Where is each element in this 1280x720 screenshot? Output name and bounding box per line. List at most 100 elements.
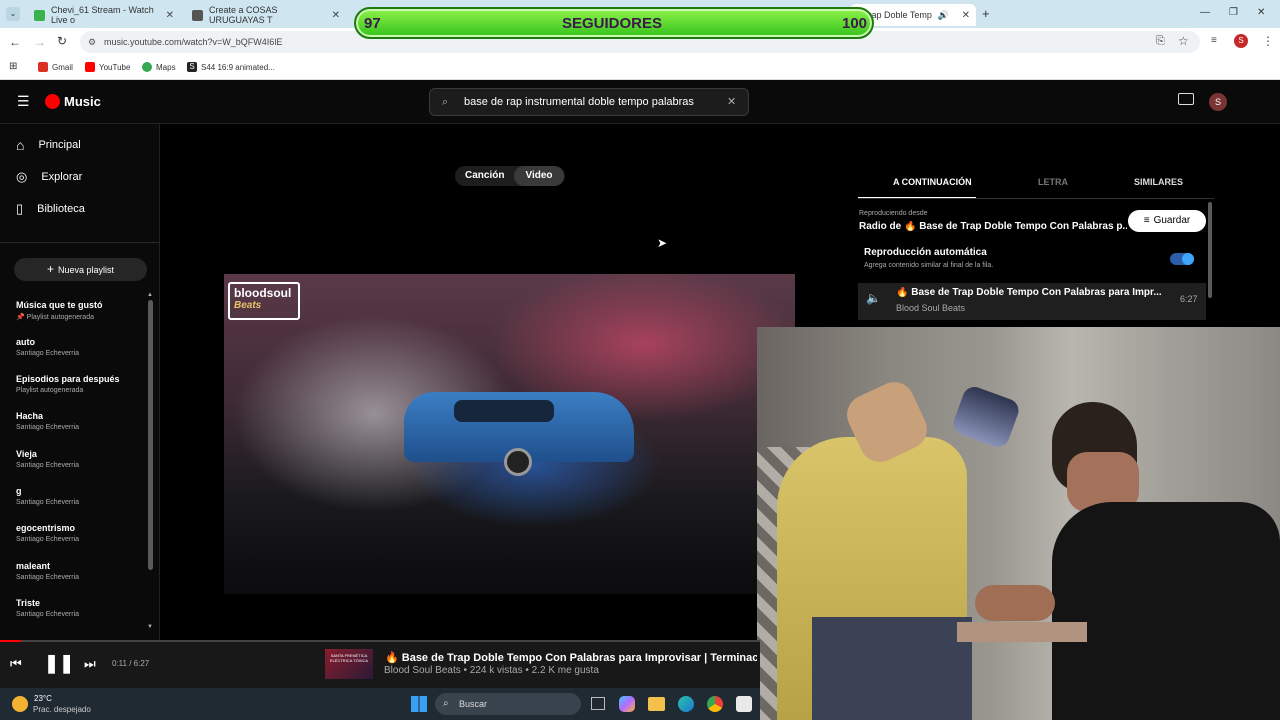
car-window bbox=[454, 400, 554, 422]
windows-start-icon[interactable] bbox=[411, 696, 427, 712]
playlist-item[interactable]: auto Santiago Echeverria bbox=[16, 337, 146, 357]
thumbnail-text: SANTA FRENÉTICA ELÉCTRICA TÓXICA bbox=[329, 653, 369, 663]
autoplay-title: Reproducción automática bbox=[864, 247, 987, 258]
scroll-up-icon[interactable]: ▲ bbox=[147, 292, 153, 298]
windows-taskbar: 23°C Prac. despejado ⌕ Buscar bbox=[0, 688, 760, 720]
playlist-title: Hacha bbox=[16, 411, 44, 421]
video-player[interactable]: bloodsoul Beats bbox=[224, 274, 795, 594]
install-app-icon[interactable]: ⎘ bbox=[1156, 35, 1165, 48]
cast-icon[interactable] bbox=[1178, 93, 1194, 105]
task-view-icon[interactable] bbox=[591, 697, 605, 710]
search-input[interactable]: ⌕ base de rap instrumental doble tempo p… bbox=[429, 88, 749, 116]
pause-icon[interactable]: ❚❚ bbox=[44, 653, 74, 674]
tab-related[interactable]: SIMILARES bbox=[1134, 177, 1183, 187]
tab-title: Chevi_61 Stream - Watch Live o bbox=[51, 5, 154, 25]
scroll-down-icon[interactable]: ▼ bbox=[147, 624, 153, 630]
next-track-icon[interactable]: ⏭ bbox=[84, 656, 96, 672]
browser-tab-2[interactable]: Create a COSAS URUGUAYAS T ✕ bbox=[186, 4, 346, 26]
playlist-item[interactable]: egocentrismo Santiago Echeverria bbox=[16, 523, 146, 543]
tab-lyrics[interactable]: LETRA bbox=[1038, 177, 1068, 187]
player-track-meta[interactable]: Blood Soul Beats • 224 k vistas • 2.2 K … bbox=[384, 665, 756, 676]
browser-tab-1[interactable]: Chevi_61 Stream - Watch Live o ✕ bbox=[28, 4, 180, 26]
playlist-item[interactable]: maleant Santiago Echeverria bbox=[16, 561, 146, 581]
back-arrow-icon[interactable]: ← bbox=[9, 35, 21, 49]
taskbar-search[interactable]: ⌕ Buscar bbox=[435, 693, 581, 715]
window-close-button[interactable]: ✕ bbox=[1257, 7, 1265, 18]
playlist-item[interactable]: g Santiago Echeverria bbox=[16, 486, 146, 506]
minimize-button[interactable]: — bbox=[1200, 7, 1210, 18]
tab-title: Create a COSAS URUGUAYAS T bbox=[209, 5, 278, 25]
save-queue-button[interactable]: ≡ Guardar bbox=[1128, 210, 1206, 232]
previous-track-icon[interactable]: ⏮ bbox=[10, 656, 22, 672]
ytmusic-logo-icon[interactable] bbox=[45, 94, 60, 109]
sidebar: ⌂ Principal ◎ Explorar ▯ Biblioteca + Nue… bbox=[0, 124, 160, 640]
progress-fill bbox=[0, 640, 22, 642]
person-right-arm bbox=[975, 585, 1055, 621]
sidebar-scrollbar[interactable] bbox=[148, 300, 153, 570]
toggle-song[interactable]: Canción bbox=[465, 170, 504, 181]
right-panel-tabs: A CONTINUACIÓN LETRA SIMILARES bbox=[858, 170, 1214, 199]
home-icon: ⌂ bbox=[16, 137, 25, 153]
toggle-knob bbox=[1182, 253, 1194, 265]
playlist-item[interactable]: Triste Santiago Echeverria bbox=[16, 598, 146, 618]
new-playlist-button[interactable]: + Nueva playlist bbox=[14, 258, 147, 281]
s44-icon: S bbox=[187, 62, 197, 72]
playlist-item[interactable]: Vieja Santiago Echeverria bbox=[16, 449, 146, 469]
playlist-subtitle: Santiago Echeverria bbox=[16, 350, 80, 357]
ytmusic-logo-text[interactable]: Music bbox=[64, 94, 101, 109]
media-controls-icon[interactable]: ≡ bbox=[1211, 35, 1217, 46]
copilot-icon[interactable] bbox=[619, 696, 635, 712]
progress-bar[interactable] bbox=[0, 640, 760, 642]
apps-grid-icon[interactable]: ⊞ bbox=[9, 61, 17, 72]
close-icon[interactable]: ✕ bbox=[166, 10, 174, 21]
profile-avatar[interactable]: S bbox=[1234, 34, 1248, 48]
tab-list-icon[interactable]: ⌄ bbox=[6, 7, 20, 21]
playlist-item[interactable]: Hacha Santiago Echeverria bbox=[16, 411, 146, 431]
reload-icon[interactable]: ↻ bbox=[57, 34, 67, 48]
playlist-title: egocentrismo bbox=[16, 523, 76, 533]
edge-icon[interactable] bbox=[678, 696, 694, 712]
chrome-icon[interactable] bbox=[707, 696, 723, 712]
speaker-icon[interactable]: 🔊 bbox=[938, 10, 949, 21]
queue-item-current[interactable]: 🔈 🔥 Base de Trap Doble Tempo Con Palabra… bbox=[858, 283, 1206, 320]
forward-arrow-icon[interactable]: → bbox=[34, 35, 46, 49]
close-icon[interactable]: ✕ bbox=[962, 10, 970, 21]
bookmark-gmail[interactable]: Gmail bbox=[38, 62, 73, 72]
followers-title: SEGUIDORES bbox=[562, 15, 663, 32]
logo-subtext: Beats bbox=[234, 300, 262, 311]
site-info-icon[interactable]: ⚙ bbox=[88, 31, 96, 53]
player-track-title[interactable]: 🔥 Base de Trap Doble Tempo Con Palabras … bbox=[385, 651, 757, 664]
playlist-subtitle: 📌 Playlist autogenerada bbox=[16, 314, 94, 321]
restore-button[interactable]: ❐ bbox=[1229, 7, 1238, 18]
bookmark-s44[interactable]: S S44 16:9 animated... bbox=[187, 62, 275, 72]
bookmark-star-icon[interactable]: ☆ bbox=[1178, 34, 1189, 48]
playlist-item[interactable]: Episodios para después Playlist autogener… bbox=[16, 374, 146, 394]
plus-icon: + bbox=[46, 262, 54, 276]
tab-up-next[interactable]: A CONTINUACIÓN bbox=[893, 177, 972, 187]
hamburger-menu-icon[interactable]: ☰ bbox=[17, 93, 30, 110]
bookmark-maps[interactable]: Maps bbox=[142, 62, 176, 72]
account-avatar[interactable]: S bbox=[1209, 93, 1227, 111]
logo-text: bloodsoul bbox=[234, 286, 292, 300]
track-thumbnail[interactable]: SANTA FRENÉTICA ELÉCTRICA TÓXICA bbox=[325, 649, 373, 679]
playlist-item[interactable]: Música que te gustó 📌 Playlist autogenera… bbox=[16, 300, 146, 321]
compass-icon: ◎ bbox=[16, 169, 28, 184]
bookmark-youtube[interactable]: YouTube bbox=[85, 62, 130, 72]
queue-scrollbar[interactable] bbox=[1208, 202, 1212, 298]
playlist-subtitle: Santiago Echeverria bbox=[16, 611, 80, 618]
nav-label: Explorar bbox=[41, 171, 83, 183]
sidebar-item-principal[interactable]: ⌂ Principal bbox=[16, 137, 81, 153]
autoplay-toggle[interactable] bbox=[1170, 253, 1194, 265]
playback-time: 0:11 / 6:27 bbox=[112, 659, 150, 668]
close-icon[interactable]: ✕ bbox=[332, 10, 340, 21]
store-icon[interactable] bbox=[736, 696, 752, 712]
menu-dots-icon[interactable]: ⋮ bbox=[1262, 34, 1274, 48]
youtube-icon bbox=[85, 62, 95, 72]
toggle-video[interactable]: Video bbox=[514, 166, 564, 186]
sidebar-item-biblioteca[interactable]: ▯ Biblioteca bbox=[16, 201, 85, 217]
new-tab-button[interactable]: + bbox=[982, 6, 990, 21]
file-explorer-icon[interactable] bbox=[648, 697, 665, 711]
weather-sun-icon[interactable] bbox=[12, 696, 28, 712]
sidebar-item-explorar[interactable]: ◎ Explorar bbox=[16, 169, 82, 185]
clear-search-icon[interactable]: ✕ bbox=[727, 89, 736, 115]
